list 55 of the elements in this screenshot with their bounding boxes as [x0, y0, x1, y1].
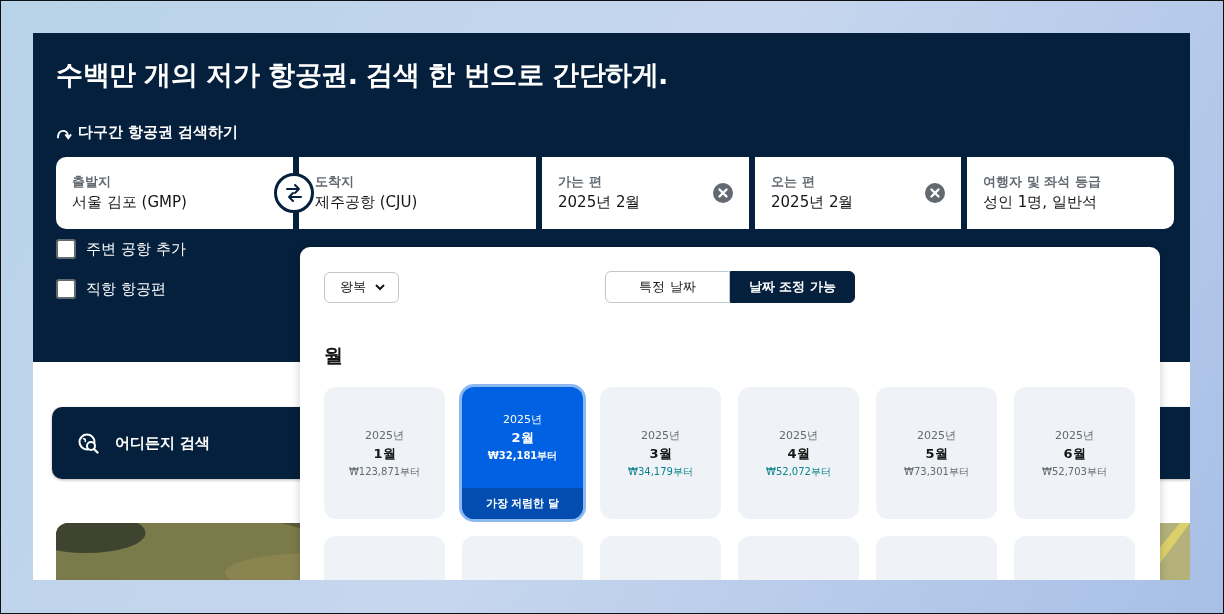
field-value: 2025년 2월 — [558, 192, 641, 213]
month-text: 5월 — [925, 444, 948, 463]
year-text: 2025년 — [641, 427, 680, 443]
clear-icon[interactable] — [713, 183, 733, 203]
field-label: 여행자 및 좌석 등급 — [983, 173, 1101, 191]
month-card[interactable]: 2025년 2월 ₩32,181부터 가장 저렴한 달 — [462, 387, 583, 519]
field-value: 2025년 2월 — [771, 192, 854, 213]
year-text: 2025년 — [917, 427, 956, 443]
price-text: ₩32,181부터 — [487, 449, 558, 463]
checkbox-label: 직항 항공편 — [86, 279, 166, 299]
month-text: 1월 — [373, 444, 396, 463]
year-text: 2025년 — [1055, 427, 1094, 443]
field-label: 오는 편 — [771, 173, 816, 191]
month-text: 4월 — [787, 444, 810, 463]
search-field[interactable]: 여행자 및 좌석 등급 성인 1명, 일반석 — [967, 157, 1174, 229]
checkbox-label: 주변 공항 추가 — [86, 239, 186, 259]
field-label: 가는 편 — [558, 173, 603, 191]
price-text: ₩123,871부터 — [348, 464, 421, 479]
year-text: 2025년 — [779, 427, 818, 443]
field-label: 출발지 — [72, 173, 112, 191]
swap-icon — [284, 183, 304, 203]
search-field[interactable]: 도착지 제주공항 (CJU) — [299, 157, 536, 229]
mode-tab[interactable]: 날짜 조정 가능 — [730, 271, 855, 303]
year-text: 2025년 — [365, 427, 404, 443]
section-title: 월 — [324, 343, 344, 367]
price-text: ₩52,703부터 — [1042, 464, 1107, 479]
year-text: 2025년 — [503, 412, 542, 427]
clear-icon[interactable] — [925, 183, 945, 203]
price-text: ₩52,072부터 — [766, 464, 831, 479]
field-value: 제주공항 (CJU) — [315, 192, 418, 213]
month-card[interactable]: 2025년 3월 ₩34,179부터 — [600, 387, 721, 519]
field-label: 도착지 — [315, 173, 355, 191]
month-text: 2월 — [511, 429, 534, 447]
search-field[interactable]: 출발지 서울 김포 (GMP) — [56, 157, 293, 229]
mode-tab[interactable]: 특정 날짜 — [605, 271, 730, 303]
cheapest-badge: 가장 저렴한 달 — [462, 488, 583, 519]
caret-icon — [374, 282, 386, 292]
month-card[interactable]: 2025년 4월 ₩52,072부터 — [738, 387, 859, 519]
search-field[interactable]: 가는 편 2025년 2월 — [542, 157, 749, 229]
search-field[interactable]: 오는 편 2025년 2월 — [755, 157, 961, 229]
checkbox[interactable] — [56, 279, 76, 299]
month-card[interactable]: 2025년 1월 ₩123,871부터 — [324, 387, 445, 519]
field-value: 서울 김포 (GMP) — [72, 192, 187, 213]
checkbox[interactable] — [56, 239, 76, 259]
price-text: ₩73,301부터 — [904, 464, 969, 479]
multi-city-link[interactable]: 다구간 항공권 검색하기 — [56, 123, 239, 142]
month-card[interactable]: 2025년 6월 ₩52,703부터 — [1014, 387, 1135, 519]
trip-type-dropdown[interactable]: 왕복 — [324, 271, 399, 303]
month-text: 3월 — [649, 444, 672, 463]
globe-search-icon — [78, 432, 99, 454]
month-text: 6월 — [1063, 444, 1086, 463]
headline: 수백만 개의 저가 항공권. 검색 한 번으로 간단하게. — [56, 58, 669, 92]
month-card[interactable]: 2025년 5월 ₩73,301부터 — [876, 387, 997, 519]
field-value: 성인 1명, 일반석 — [983, 192, 1098, 213]
price-text: ₩34,179부터 — [628, 464, 693, 479]
